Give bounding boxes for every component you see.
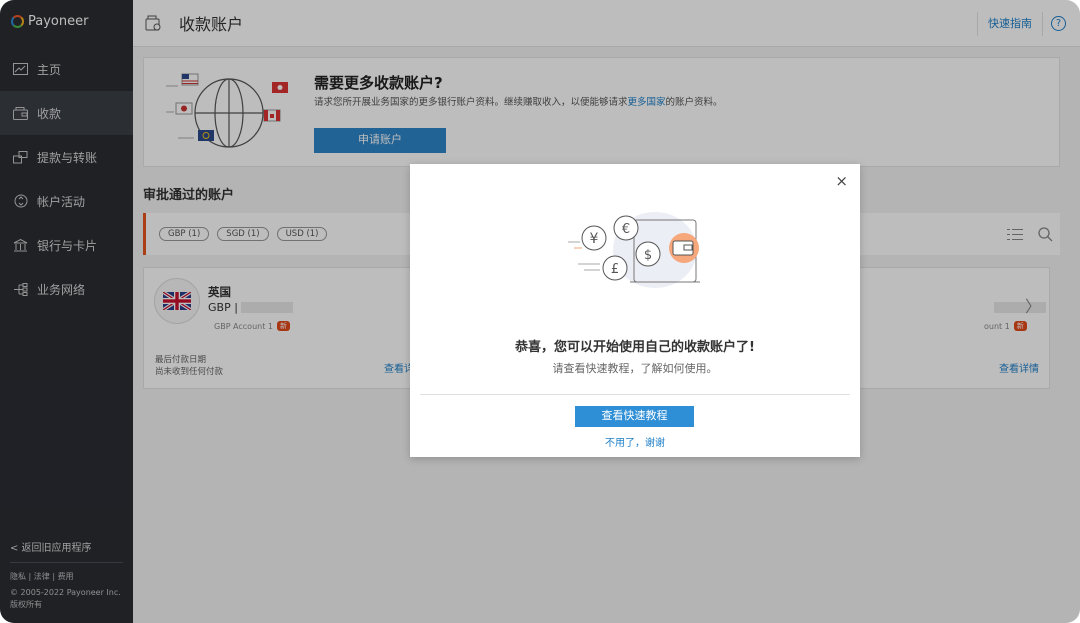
congrats-modal: × ¥ € $ £ 恭喜，您可以开始使用自己的收款账户了! 请查看快速教程，了解…	[410, 164, 860, 457]
app-window: Payoneer 主页 收款 提款与转账 帐户活动 银行与卡片 业务网络 < 返…	[0, 0, 1080, 623]
modal-subtitle: 请查看快速教程，了解如何使用。	[552, 362, 718, 375]
modal-divider	[420, 394, 850, 395]
no-thanks-link[interactable]: 不用了，谢谢	[410, 434, 860, 449]
modal-title: 恭喜，您可以开始使用自己的收款账户了!	[515, 340, 755, 355]
svg-text:¥: ¥	[590, 231, 599, 247]
svg-text:$: $	[644, 248, 652, 263]
currency-wallet-illustration: ¥ € $ £	[568, 212, 700, 288]
view-tutorial-button[interactable]: 查看快速教程	[575, 406, 694, 427]
svg-text:£: £	[611, 262, 619, 277]
close-icon[interactable]: ×	[835, 172, 848, 190]
svg-text:€: €	[622, 222, 630, 237]
